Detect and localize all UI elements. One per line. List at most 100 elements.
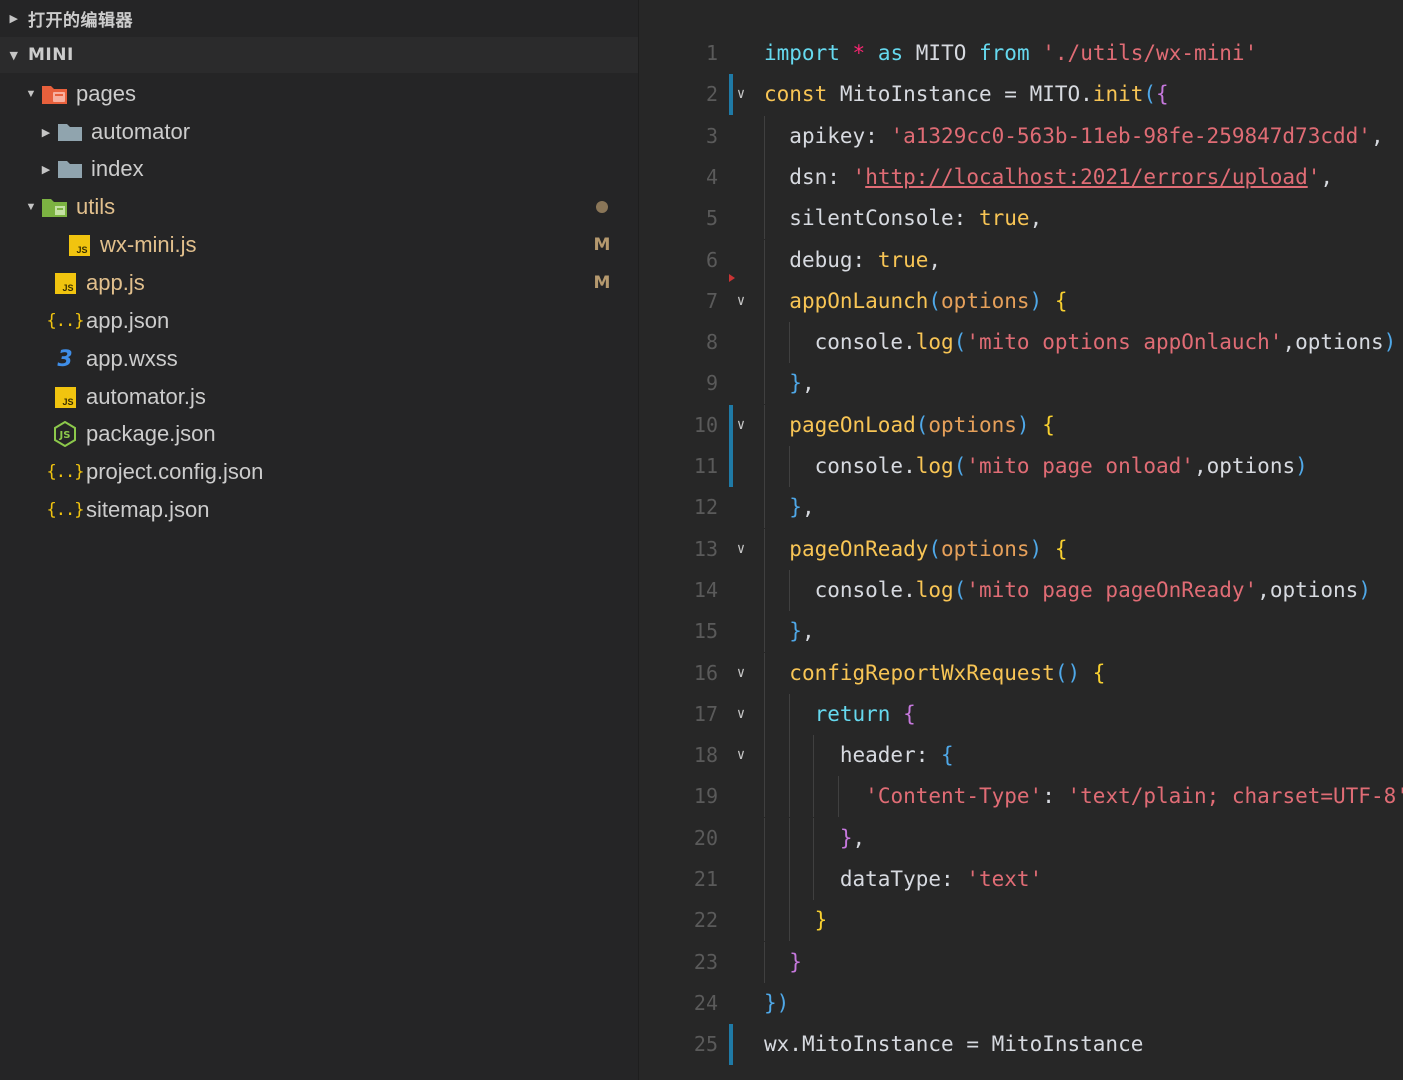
code-text: } bbox=[789, 949, 802, 974]
line-number: 15 bbox=[693, 619, 718, 644]
code-text: silentConsole: true, bbox=[789, 206, 1043, 231]
chevron-right-icon: ▶ bbox=[41, 163, 51, 176]
code-line[interactable]: 22 } bbox=[639, 900, 1403, 942]
folder-pages-icon bbox=[40, 81, 70, 107]
json-file-icon: {..} bbox=[46, 311, 85, 331]
code-text: pageOnReady(options) { bbox=[789, 536, 1068, 561]
tree-item-project-config-json[interactable]: {..} project.config.json bbox=[0, 453, 638, 491]
fold-chevron-icon[interactable]: ∨ bbox=[731, 281, 751, 322]
code-text: console.log('mito page pageOnReady',opti… bbox=[814, 577, 1371, 602]
code-text: dataType: 'text' bbox=[839, 867, 1043, 891]
modified-badge: M bbox=[593, 235, 611, 255]
code-line[interactable]: 15 }, bbox=[639, 611, 1403, 653]
code-line[interactable]: 14 console.log('mito page pageOnReady',o… bbox=[639, 569, 1403, 611]
modified-gutter-marker bbox=[729, 446, 733, 487]
code-line[interactable]: 1 import * as MITO from './utils/wx-mini' bbox=[639, 33, 1403, 74]
tree-item-label: package.json bbox=[86, 421, 216, 446]
folder-icon bbox=[55, 156, 85, 182]
tree-item-app-json[interactable]: {..} app.json bbox=[0, 302, 638, 340]
tree-item-pages[interactable]: ▼ pages bbox=[0, 75, 638, 113]
fold-chevron-icon[interactable]: ∨ bbox=[731, 529, 751, 570]
line-number: 9 bbox=[705, 371, 718, 396]
line-number: 20 bbox=[693, 825, 718, 850]
code-line[interactable]: 25 wx.MitoInstance = MitoInstance bbox=[639, 1024, 1403, 1066]
line-number: 2 bbox=[705, 82, 718, 107]
code-line[interactable]: 9 }, bbox=[639, 363, 1403, 405]
code-line[interactable]: 6 debug: true, bbox=[639, 239, 1403, 281]
code-line[interactable]: 19 'Content-Type': 'text/plain; charset=… bbox=[639, 776, 1403, 818]
code-text: }, bbox=[789, 371, 815, 396]
line-number: 4 bbox=[705, 164, 718, 189]
code-line[interactable]: 17 ∨ return { bbox=[639, 693, 1403, 735]
open-editors-label: 打开的编辑器 bbox=[28, 10, 133, 31]
tree-item-app-js[interactable]: JS app.js M bbox=[0, 264, 638, 302]
code-line[interactable]: 10 ∨ pageOnLoad(options) { bbox=[639, 404, 1403, 446]
modified-dot-badge bbox=[596, 201, 608, 213]
code-line[interactable]: 8 console.log('mito options appOnlauch',… bbox=[639, 322, 1403, 364]
tree-item-package-json[interactable]: JS package.json bbox=[0, 415, 638, 453]
line-number: 19 bbox=[693, 784, 718, 809]
tree-item-wx-mini-js[interactable]: JS wx-mini.js M bbox=[0, 226, 638, 264]
code-line[interactable]: 18 ∨ header: { bbox=[639, 735, 1403, 777]
line-number: 16 bbox=[693, 660, 718, 685]
code-text: appOnLaunch(options) { bbox=[789, 288, 1068, 313]
code-line[interactable]: 24}) bbox=[639, 983, 1403, 1024]
line-number: 17 bbox=[693, 701, 718, 726]
project-folder-header[interactable]: ▼ MINI bbox=[0, 37, 638, 73]
fold-chevron-icon[interactable]: ∨ bbox=[731, 74, 751, 115]
code-line[interactable]: 11 console.log('mito page onload',option… bbox=[639, 446, 1403, 487]
tree-item-label: automator bbox=[91, 119, 191, 144]
tree-item-label: sitemap.json bbox=[86, 497, 210, 522]
code-text: apikey: 'a1329cc0-563b-11eb-98fe-259847d… bbox=[789, 123, 1384, 148]
modified-gutter-marker bbox=[729, 1024, 733, 1066]
code-line[interactable]: 5 silentConsole: true, bbox=[639, 198, 1403, 240]
code-text: debug: true, bbox=[789, 247, 942, 272]
line-number: 22 bbox=[693, 908, 718, 933]
fold-chevron-icon[interactable]: ∨ bbox=[731, 405, 751, 446]
tree-item-label: app.json bbox=[86, 308, 170, 333]
tree-item-automator-js[interactable]: JS automator.js bbox=[0, 378, 638, 416]
tree-item-label: pages bbox=[76, 81, 136, 106]
svg-text:JS: JS bbox=[59, 430, 71, 441]
chevron-down-icon: ▼ bbox=[25, 201, 37, 213]
js-file-icon: JS bbox=[50, 270, 80, 296]
line-number: 13 bbox=[693, 536, 718, 561]
tree-item-sitemap-json[interactable]: {..} sitemap.json bbox=[0, 491, 638, 529]
line-number: 21 bbox=[693, 867, 718, 891]
tree-item-label: index bbox=[91, 156, 144, 181]
code-line[interactable]: 16 ∨ configReportWxRequest() { bbox=[639, 652, 1403, 694]
code-editor[interactable]: 1 import * as MITO from './utils/wx-mini'… bbox=[639, 0, 1403, 1080]
tree-item-index-folder[interactable]: ▶ index bbox=[0, 150, 638, 188]
line-number: 6 bbox=[705, 247, 718, 272]
code-text: pageOnLoad(options) { bbox=[789, 412, 1055, 437]
line-number: 11 bbox=[693, 454, 718, 478]
line-number: 14 bbox=[693, 577, 718, 602]
code-line[interactable]: 2 ∨ const MitoInstance = MITO.init({ bbox=[639, 74, 1403, 116]
fold-chevron-icon[interactable]: ∨ bbox=[731, 694, 751, 735]
code-line[interactable]: 13 ∨ pageOnReady(options) { bbox=[639, 528, 1403, 570]
line-number: 10 bbox=[693, 412, 718, 437]
tree-item-automator-folder[interactable]: ▶ automator bbox=[0, 113, 638, 151]
code-line[interactable]: 7 ∨ appOnLaunch(options) { bbox=[639, 280, 1403, 322]
code-text: }, bbox=[839, 825, 866, 850]
fold-chevron-icon[interactable]: ∨ bbox=[731, 735, 751, 776]
code-text: configReportWxRequest() { bbox=[789, 660, 1106, 685]
explorer-sidebar: ▶ 打开的编辑器 ▼ MINI ▼ pages ▶ automator ▶ in… bbox=[0, 0, 639, 1080]
fold-chevron-icon[interactable]: ∨ bbox=[731, 653, 751, 694]
code-line[interactable]: 3 apikey: 'a1329cc0-563b-11eb-98fe-25984… bbox=[639, 115, 1403, 157]
code-line[interactable]: 12 }, bbox=[639, 487, 1403, 529]
code-line[interactable]: 23 } bbox=[639, 941, 1403, 983]
tree-item-label: automator.js bbox=[86, 384, 206, 409]
code-text: }, bbox=[789, 619, 815, 644]
code-text: }) bbox=[764, 990, 790, 1015]
tree-item-utils[interactable]: ▼ utils bbox=[0, 188, 638, 226]
tree-item-label: wx-mini.js bbox=[100, 232, 197, 257]
tree-item-app-wxss[interactable]: 3 app.wxss bbox=[0, 340, 638, 378]
code-line[interactable]: 4 dsn: 'http://localhost:2021/errors/upl… bbox=[639, 156, 1403, 198]
code-line[interactable]: 20 }, bbox=[639, 817, 1403, 859]
css-file-icon: 3 bbox=[57, 346, 73, 372]
chevron-down-icon: ▼ bbox=[25, 88, 37, 100]
open-editors-header[interactable]: ▶ 打开的编辑器 bbox=[0, 0, 638, 36]
code-text: }, bbox=[789, 495, 815, 520]
code-line[interactable]: 21 dataType: 'text' bbox=[639, 859, 1403, 900]
